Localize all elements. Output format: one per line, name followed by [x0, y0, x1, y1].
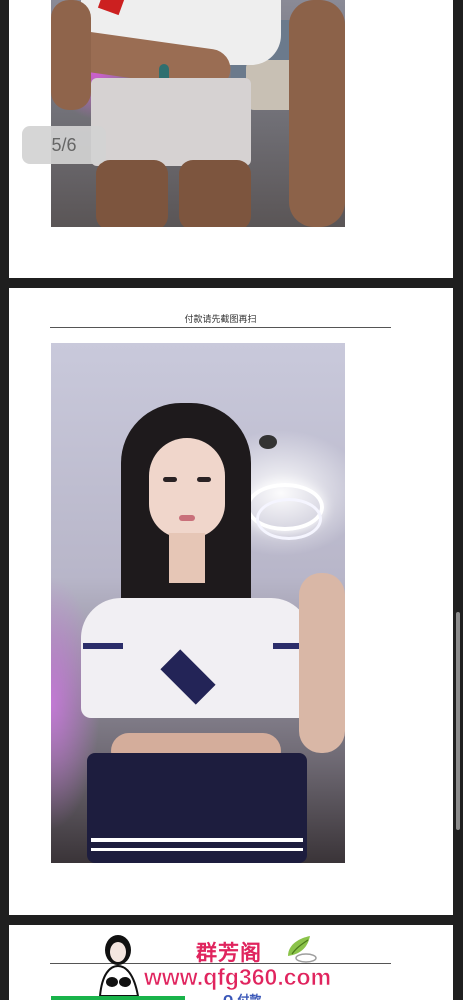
document-page-1: 5/6 — [9, 0, 453, 278]
payment-notice-header: 付款请先截图再扫 — [50, 312, 391, 328]
watermark-url: www.qfg360.com — [144, 964, 332, 991]
page-counter-badge: 5/6 — [22, 126, 106, 164]
document-page-2: 付款请先截图再扫 — [9, 288, 453, 915]
watermark: 群芳阁 www.qfg360.com — [96, 934, 366, 998]
watermark-brand: 群芳阁 — [196, 941, 262, 965]
scrollbar-thumb[interactable] — [456, 612, 460, 830]
woman-silhouette-icon — [98, 935, 140, 996]
leaf-teacup-icon — [288, 936, 317, 963]
photo-1 — [51, 0, 345, 227]
photo-2 — [51, 343, 345, 863]
